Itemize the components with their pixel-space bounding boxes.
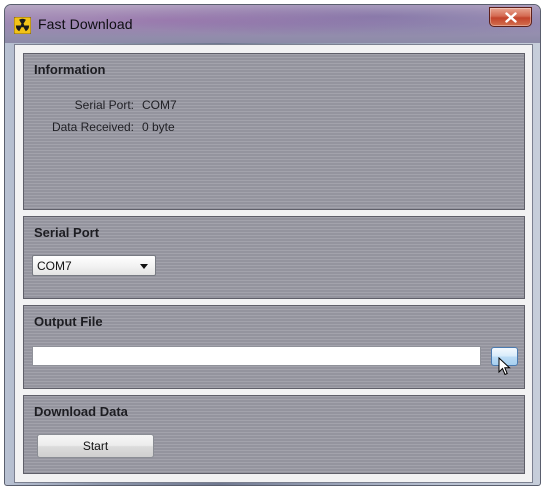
title-bar[interactable]: Fast Download bbox=[5, 5, 540, 43]
output-file-input[interactable] bbox=[32, 346, 481, 366]
download-data-title: Download Data bbox=[34, 404, 128, 419]
serial-port-select[interactable]: COM7 bbox=[32, 255, 156, 276]
start-button[interactable]: Start bbox=[37, 434, 154, 458]
data-received-label: Data Received: bbox=[51, 120, 134, 134]
window-title: Fast Download bbox=[38, 16, 133, 32]
serial-port-select-value: COM7 bbox=[37, 259, 72, 273]
close-button[interactable] bbox=[489, 7, 532, 27]
output-file-title: Output File bbox=[34, 314, 103, 329]
serial-port-value: COM7 bbox=[142, 98, 177, 112]
information-panel: Information Serial Port: COM7 Data Recei… bbox=[23, 53, 525, 210]
mouse-pointer-icon bbox=[498, 357, 511, 376]
client-area: Information Serial Port: COM7 Data Recei… bbox=[14, 44, 533, 483]
chevron-down-icon bbox=[140, 264, 148, 269]
serial-port-title: Serial Port bbox=[34, 225, 100, 240]
data-received-value: 0 byte bbox=[142, 120, 175, 134]
app-window: Fast Download Information Serial Port: C… bbox=[4, 4, 541, 486]
download-data-panel: Download Data Start bbox=[23, 395, 525, 474]
close-icon bbox=[505, 12, 517, 23]
serial-port-label: Serial Port: bbox=[74, 98, 134, 112]
information-title: Information bbox=[34, 62, 106, 77]
serial-port-panel: Serial Port COM7 bbox=[23, 216, 525, 299]
output-file-panel: Output File bbox=[23, 305, 525, 389]
radiation-icon bbox=[14, 17, 31, 34]
